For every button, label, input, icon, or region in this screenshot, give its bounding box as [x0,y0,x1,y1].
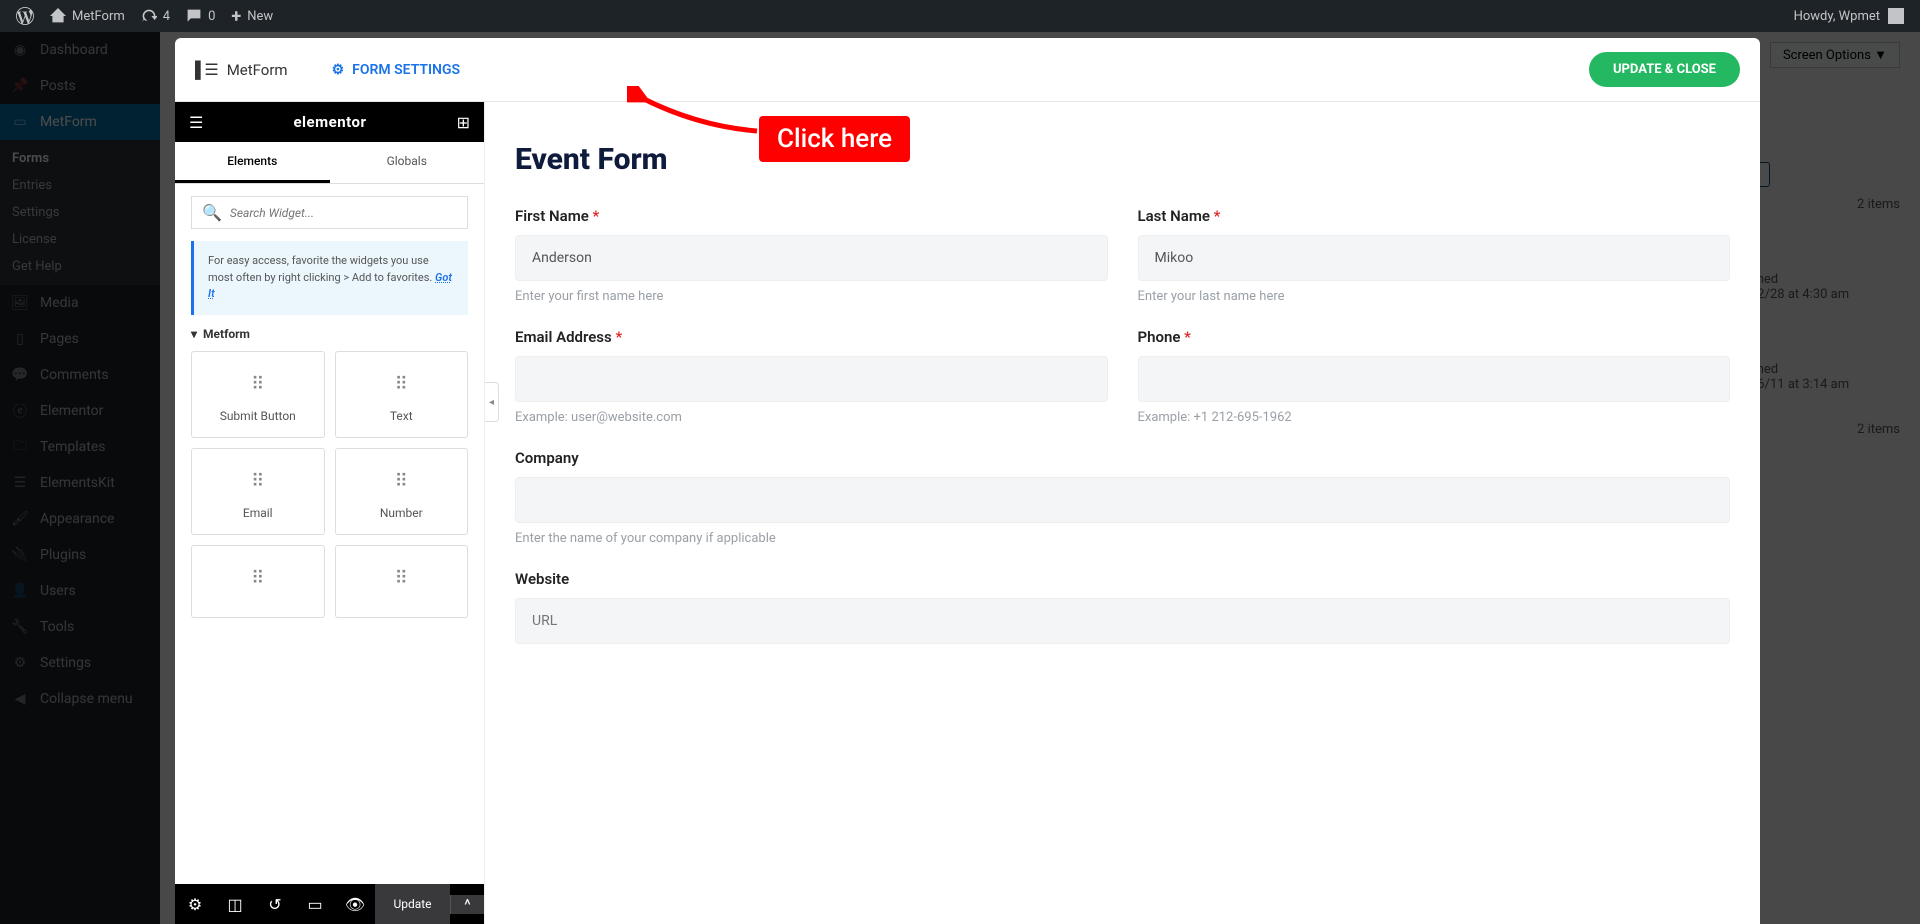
elementor-tabs: Elements Globals [175,142,484,184]
widget-text[interactable]: ⠿Text [335,351,469,438]
caret-down-icon: ▾ [191,327,197,341]
company-label: Company [515,449,1730,467]
footer-preview-icon[interactable]: 👁 [335,884,375,924]
updates[interactable]: 4 [133,0,178,32]
tip-box: For easy access, favorite the widgets yo… [191,241,468,315]
email-label: Email Address * [515,328,1108,346]
grid-icon: ⠿ [200,471,316,492]
elementor-topbar: ☰ elementor ⊞ [175,102,484,142]
updates-count: 4 [163,9,170,24]
form-settings-button[interactable]: ⚙ FORM SETTINGS [332,62,460,78]
last-name-help: Enter your last name here [1138,289,1731,304]
grid-icon: ⠿ [344,471,460,492]
footer-update-caret[interactable]: ^ [450,895,484,914]
website-label: Website [515,570,1730,588]
footer-navigator-icon[interactable]: ◫ [215,884,255,924]
new-label: New [247,9,273,24]
tip-text: For easy access, favorite the widgets yo… [208,254,435,284]
avatar [1888,8,1904,24]
website-input[interactable] [515,598,1730,644]
metform-modal: ▌☰ MetForm ⚙ FORM SETTINGS UPDATE & CLOS… [175,38,1760,924]
account[interactable]: Howdy, Wpmet [1794,8,1912,24]
modal-brand-label: MetForm [227,61,288,79]
site-name[interactable]: MetForm [42,0,133,32]
search-input[interactable] [230,206,457,220]
panel-collapse-handle[interactable]: ◂ [485,382,499,422]
footer-responsive-icon[interactable]: ▭ [295,884,335,924]
first-name-input[interactable] [515,235,1108,281]
modal-header: ▌☰ MetForm ⚙ FORM SETTINGS UPDATE & CLOS… [175,38,1760,102]
apps-icon[interactable]: ⊞ [457,113,470,132]
widget-submit-button[interactable]: ⠿Submit Button [191,351,325,438]
gear-icon: ⚙ [332,62,345,78]
tab-elements[interactable]: Elements [175,142,330,183]
phone-help: Example: +1 212-695-1962 [1138,410,1731,425]
last-name-label: Last Name * [1138,207,1731,225]
search-icon: 🔍 [202,203,222,222]
update-close-button[interactable]: UPDATE & CLOSE [1589,52,1740,87]
widget-partial-2[interactable]: ⠿ [335,545,469,618]
comments-count: 0 [208,9,215,24]
elementor-footer: ⚙ ◫ ↺ ▭ 👁 Update ^ [175,884,484,924]
hamburger-icon[interactable]: ☰ [189,113,203,132]
widget-email[interactable]: ⠿Email [191,448,325,535]
widget-grid: ⠿Submit Button ⠿Text ⠿Email ⠿Number ⠿ ⠿ [175,351,484,618]
widget-partial-1[interactable]: ⠿ [191,545,325,618]
first-name-help: Enter your first name here [515,289,1108,304]
company-input[interactable] [515,477,1730,523]
footer-update-button[interactable]: Update [375,884,450,924]
new-content[interactable]: + New [223,0,281,32]
comments[interactable]: 0 [178,0,223,32]
grid-icon: ⠿ [344,568,460,589]
footer-history-icon[interactable]: ↺ [255,884,295,924]
category-label: Metform [203,327,250,341]
grid-icon: ⠿ [200,568,316,589]
howdy-label: Howdy, Wpmet [1794,9,1880,24]
metform-logo-icon: ▌☰ [195,60,217,80]
email-input[interactable] [515,356,1108,402]
search-widget[interactable]: 🔍 [191,196,468,229]
tab-globals[interactable]: Globals [330,142,485,183]
widget-category[interactable]: ▾ Metform [191,327,468,341]
first-name-label: First Name * [515,207,1108,225]
grid-icon: ⠿ [344,374,460,395]
modal-brand: ▌☰ MetForm [195,60,288,80]
wp-logo[interactable] [8,0,42,32]
phone-label: Phone * [1138,328,1731,346]
elementor-panel: ☰ elementor ⊞ Elements Globals 🔍 For eas… [175,102,485,924]
widget-number[interactable]: ⠿Number [335,448,469,535]
elementor-logo: elementor [293,113,366,131]
annotation-callout: Click here [759,116,910,162]
form-settings-label: FORM SETTINGS [352,62,460,78]
last-name-input[interactable] [1138,235,1731,281]
form-title: Event Form [515,142,1730,177]
wp-admin-bar: MetForm 4 0 + New Howdy, Wpmet [0,0,1920,32]
phone-input[interactable] [1138,356,1731,402]
company-help: Enter the name of your company if applic… [515,531,1730,546]
footer-settings-icon[interactable]: ⚙ [175,884,215,924]
grid-icon: ⠿ [200,374,316,395]
site-name-label: MetForm [72,9,125,24]
email-help: Example: user@website.com [515,410,1108,425]
form-canvas[interactable]: Event Form First Name * Enter your first… [485,102,1760,924]
